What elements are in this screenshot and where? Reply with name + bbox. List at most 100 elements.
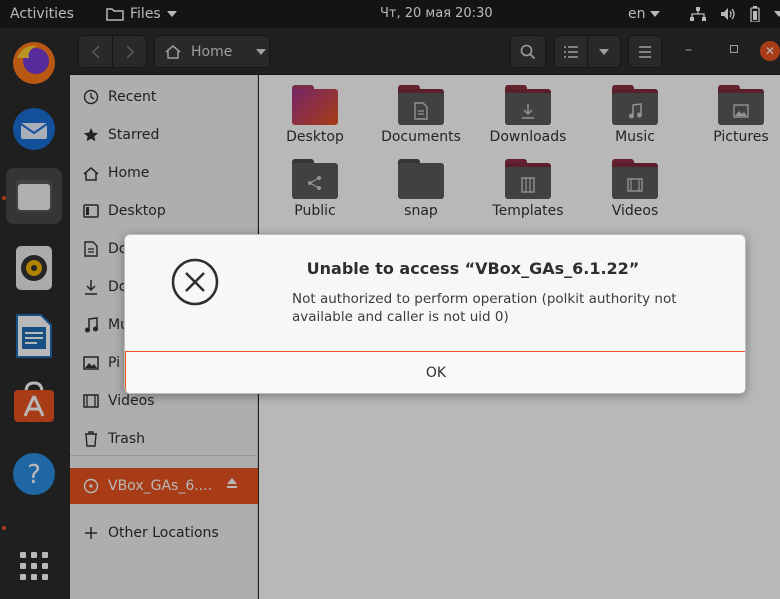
speaker-icon	[16, 246, 52, 290]
shopping-bag-icon	[14, 381, 54, 422]
sidebar-item-other-locations[interactable]: Other Locations	[70, 516, 258, 550]
close-button[interactable]: ✕	[760, 41, 780, 61]
thunderbird-icon	[13, 108, 55, 150]
show-applications-button[interactable]	[6, 538, 62, 594]
clock-icon	[82, 88, 100, 106]
thunderbird-launcher[interactable]	[6, 101, 62, 157]
window-headerbar: Home – ✕	[70, 28, 780, 75]
search-icon	[520, 44, 536, 59]
file-label: snap	[404, 203, 438, 219]
file-label: Desktop	[286, 129, 344, 145]
templates-folder-icon	[505, 159, 551, 199]
list-view-icon	[564, 45, 578, 58]
folder-item-music[interactable]: Music	[585, 85, 685, 145]
documents-folder-icon	[398, 85, 444, 125]
sidebar-item-label: Starred	[108, 127, 160, 143]
chevron-down-icon	[166, 11, 177, 17]
rhythmbox-launcher[interactable]	[6, 240, 62, 296]
search-button[interactable]	[510, 35, 546, 68]
trash-icon	[82, 430, 100, 448]
dialog-title: Unable to access “VBox_GAs_6.1.22”	[306, 259, 640, 278]
plus-icon	[82, 524, 100, 542]
chevron-down-icon	[774, 11, 780, 17]
app-menu-files[interactable]: Files	[106, 0, 177, 28]
download-icon	[82, 278, 100, 296]
error-icon	[171, 258, 219, 306]
svg-text:?: ?	[27, 460, 41, 490]
files-launcher[interactable]	[6, 168, 62, 224]
file-label: Videos	[611, 203, 659, 219]
ok-button[interactable]: OK	[125, 351, 745, 393]
network-icon	[690, 7, 706, 21]
sidebar-item-label: Other Locations	[108, 525, 219, 541]
music-folder-icon	[612, 85, 658, 125]
sidebar-item-starred[interactable]: Starred	[70, 118, 258, 152]
activities-button[interactable]: Activities	[10, 0, 74, 28]
folder-item-desktop[interactable]: Desktop	[265, 85, 365, 145]
libreoffice-writer-launcher[interactable]	[6, 308, 62, 364]
back-button[interactable]	[78, 35, 113, 68]
top-bar: Activities Files Чт, 20 мая 20:30 en	[0, 0, 780, 28]
software-launcher[interactable]	[6, 374, 62, 430]
forward-button[interactable]	[112, 35, 147, 68]
sidebar-item-trash[interactable]: Trash	[70, 422, 258, 456]
folder-item-public[interactable]: Public	[265, 159, 365, 219]
folder-item-templates[interactable]: Templates	[478, 159, 578, 219]
picture-icon	[82, 354, 100, 372]
minimize-button[interactable]: –	[685, 42, 692, 58]
chevron-left-icon	[91, 44, 100, 59]
folder-item-documents[interactable]: Documents	[371, 85, 471, 145]
sidebar-item-label: Desktop	[108, 203, 166, 219]
help-launcher[interactable]: ?	[6, 446, 62, 502]
apps-grid-icon	[20, 552, 48, 580]
main-menu-button[interactable]	[628, 35, 662, 68]
document-icon	[82, 240, 100, 258]
view-options-button[interactable]	[587, 35, 621, 68]
home-icon	[82, 164, 100, 182]
video-icon	[82, 392, 100, 410]
videos-folder-icon	[612, 159, 658, 199]
folder-item-downloads[interactable]: Downloads	[478, 85, 578, 145]
music-icon	[82, 316, 100, 334]
running-indicator	[2, 526, 6, 530]
sidebar-separator	[70, 455, 258, 456]
folder-item-pictures[interactable]: Pictures	[691, 85, 780, 145]
home-icon	[165, 45, 181, 59]
language-indicator[interactable]: en	[628, 0, 660, 28]
file-label: Pictures	[713, 129, 769, 145]
battery-icon	[750, 6, 760, 22]
eject-icon[interactable]	[226, 477, 238, 493]
language-label: en	[628, 6, 646, 22]
folder-icon	[292, 85, 338, 125]
path-bar-home[interactable]: Home	[154, 35, 270, 68]
folder-item-snap[interactable]: snap	[371, 159, 471, 219]
clock[interactable]: Чт, 20 мая 20:30	[380, 0, 493, 28]
help-icon: ?	[13, 453, 55, 495]
public-folder-icon	[292, 159, 338, 199]
volume-icon	[721, 8, 735, 20]
pictures-folder-icon	[718, 85, 764, 125]
chevron-down-icon	[599, 48, 609, 55]
system-menu[interactable]	[690, 0, 780, 28]
sidebar-item-label: Videos	[108, 393, 155, 409]
sidebar-item-device[interactable]: VBox_GAs_6....	[70, 468, 258, 504]
file-label: Documents	[381, 129, 461, 145]
file-label: Public	[294, 203, 336, 219]
document-writer-icon	[16, 314, 52, 358]
folder-icon	[398, 159, 444, 199]
view-toggle-button[interactable]	[554, 35, 588, 68]
star-icon	[82, 126, 100, 144]
folder-item-videos[interactable]: Videos	[585, 159, 685, 219]
file-label: Music	[615, 129, 655, 145]
downloads-folder-icon	[505, 85, 551, 125]
file-label: Templates	[492, 203, 564, 219]
maximize-button[interactable]	[730, 45, 738, 53]
chevron-right-icon	[125, 44, 134, 59]
sidebar-item-home[interactable]: Home	[70, 156, 258, 190]
dock: ?	[0, 28, 70, 599]
sidebar-item-label: Pi	[108, 355, 121, 371]
files-icon	[16, 180, 52, 212]
firefox-launcher[interactable]	[6, 35, 62, 91]
sidebar-item-desktop[interactable]: Desktop	[70, 194, 258, 228]
sidebar-item-recent[interactable]: Recent	[70, 80, 258, 114]
